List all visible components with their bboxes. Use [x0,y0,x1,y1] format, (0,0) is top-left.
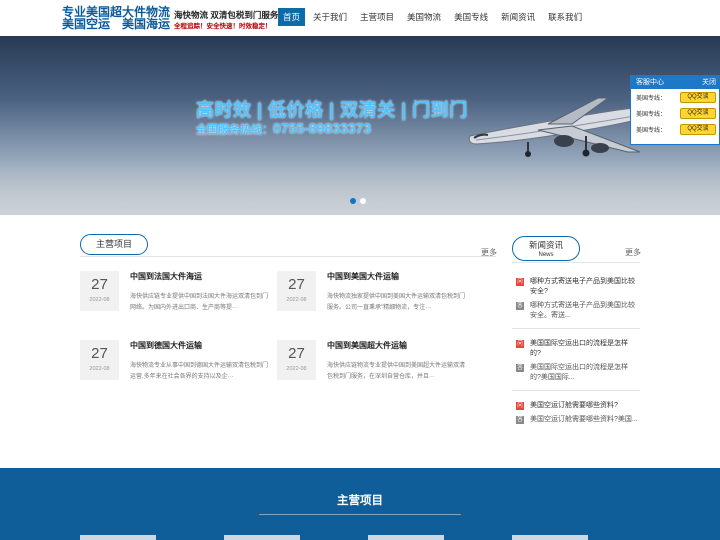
news-answer-text: 美国国际空运出口的流程是怎样的?美国国际... [530,364,628,381]
header-slogan: 海快物流 双清包税到门服务 全程追踪！安全快速！时效稳定！ [174,9,278,33]
date-day: 27 [288,345,305,362]
date-year-month: 2022-08 [286,297,307,303]
slogan-line-1: 海快物流 双清包税到门服务 [174,10,279,20]
date-badge: 27 2022-08 [277,271,316,311]
question-icon: 问 [516,278,524,286]
carousel-dot-2[interactable] [360,198,366,204]
logo-line-2: 美国空运 美国海运 [62,17,171,31]
news-title-text: 新闻资讯 [528,240,563,250]
cs-row: 美国专线： QQ交谈 [631,89,719,105]
project-card[interactable]: 27 2022-08 中国到美国超大件运输 海快供应链物流专业提供中国到美国超大… [277,340,467,400]
news-item[interactable]: 问 美国空运订舱需要哪些资料? 答 美国空运订舱需要哪些资料?美国... [516,401,638,429]
banner-hotline: 全国服务热线：0755-89833373 [196,120,371,137]
date-badge: 27 2022-08 [80,271,119,311]
cs-row: 美国专线： QQ交谈 [631,105,719,121]
main-nav: 首页 关于我们 主营项目 美国物流 美国专线 新闻资讯 联系我们 [278,8,590,26]
project-thumbnail[interactable] [224,535,300,540]
project-thumbnail[interactable] [512,535,588,540]
news-answer-text: 美国空运订舱需要哪些资料?美国... [530,416,638,423]
news-separator [512,390,640,391]
customer-service-panel: 客服中心 关闭 美国专线： QQ交谈 美国专线： QQ交谈 美国专线： QQ交谈 [630,75,720,145]
cs-close-button[interactable]: 关闭 [702,76,716,89]
project-card-desc: 海快供应链物流专业提供中国到美国超大件运输双清包税到门服务，在深圳自营仓库，并且… [327,363,466,380]
band-divider [259,514,461,515]
project-card[interactable]: 27 2022-08 中国到美国大件运输 海快物流独家提供中国到美国大件运输双清… [277,271,467,331]
project-card-desc: 海快物流独家提供中国到美国大件运输双清包税到门服务。公司一直秉承"精细物流，专注… [327,294,466,311]
project-card-desc: 海快物流专业从事中国到德国大件运输双清包税到门运营,多年来在社会各界的支持以及企… [130,363,269,380]
cs-row-label: 美国专线： [636,111,667,118]
cs-header: 客服中心 关闭 [631,76,719,89]
news-question[interactable]: 问 美国国际空运出口的流程是怎样的? [516,339,638,359]
answer-icon: 答 [516,364,524,372]
nav-item-home[interactable]: 首页 [278,8,306,26]
date-day: 27 [91,276,108,293]
project-thumbnail[interactable] [368,535,444,540]
nav-item-about[interactable]: 关于我们 [308,8,352,26]
date-badge: 27 2022-08 [80,340,119,380]
date-day: 27 [91,345,108,362]
qq-chat-button[interactable]: QQ交谈 [680,91,716,103]
nav-item-us-line[interactable]: 美国专线 [449,8,493,26]
news-answer: 答 美国空运订舱需要哪些资料?美国... [516,415,638,425]
project-card[interactable]: 27 2022-08 中国到德国大件运输 海快物流专业从事中国到德国大件运输双清… [80,340,270,400]
slogan-line-2: 全程追踪！安全快速！时效稳定！ [174,23,272,30]
project-card-title[interactable]: 中国到法国大件海运 [130,271,202,282]
date-day: 27 [288,276,305,293]
carousel-dot-1[interactable] [350,198,356,204]
projects-divider [80,256,496,257]
news-divider [512,262,640,263]
news-item[interactable]: 问 哪种方式寄送电子产品到美国比较安全? 答 哪种方式寄送电子产品到美国比较安全… [516,277,638,325]
project-thumbnail[interactable] [80,535,156,540]
qq-chat-button[interactable]: QQ交谈 [680,123,716,135]
news-answer: 答 哪种方式寄送电子产品到美国比较安全。寄送... [516,301,638,321]
answer-icon: 答 [516,302,524,310]
news-item[interactable]: 问 美国国际空运出口的流程是怎样的? 答 美国国际空运出口的流程是怎样的?美国国… [516,339,638,387]
band-title: 主营项目 [337,495,383,507]
hero-banner[interactable]: 高时效 | 低价格 | 双清关 | 门到门 全国服务热线：0755-898333… [0,36,720,215]
project-card-title[interactable]: 中国到德国大件运输 [130,340,202,351]
nav-item-us-logistics[interactable]: 美国物流 [402,8,446,26]
date-year-month: 2022-08 [286,366,307,372]
projects-band: 主营项目 [0,468,720,540]
carousel-dots [350,198,370,204]
date-badge: 27 2022-08 [277,340,316,380]
nav-item-contact[interactable]: 联系我们 [543,8,587,26]
news-question-text[interactable]: 哪种方式寄送电子产品到美国比较安全? [530,277,638,297]
news-answer: 答 美国国际空运出口的流程是怎样的?美国国际... [516,363,638,383]
question-icon: 问 [516,340,524,348]
project-card[interactable]: 27 2022-08 中国到法国大件海运 海快供应链专业提供中国到法国大件海运双… [80,271,270,331]
news-section-title: 新闻资讯 News [512,236,580,261]
news-more-link[interactable]: 更多 [625,247,641,258]
news-separator [512,328,640,329]
qq-chat-button[interactable]: QQ交谈 [680,107,716,119]
banner-headline: 高时效 | 低价格 | 双清关 | 门到门 [196,100,468,120]
project-card-desc: 海快供应链专业提供中国到法国大件海运双清包到门网络。为国内外进出口商、生产商等提… [130,294,269,311]
news-question[interactable]: 问 哪种方式寄送电子产品到美国比较安全? [516,277,638,297]
projects-more-link[interactable]: 更多 [481,247,497,258]
news-question[interactable]: 问 美国空运订舱需要哪些资料? [516,401,638,411]
cs-title: 客服中心 [636,79,664,86]
cs-row-label: 美国专线： [636,127,667,134]
site-logo[interactable]: 专业美国超大件物流 美国空运 美国海运 [62,6,170,30]
nav-item-news[interactable]: 新闻资讯 [496,8,540,26]
news-subtitle-text: News [538,252,554,258]
cs-row: 美国专线： QQ交谈 [631,121,719,137]
news-question-text[interactable]: 美国空运订舱需要哪些资料? [530,401,618,411]
date-year-month: 2022-08 [89,366,110,372]
hotline-number: 0755-89833373 [273,120,372,136]
cs-row-label: 美国专线： [636,95,667,102]
date-year-month: 2022-08 [89,297,110,303]
nav-item-projects[interactable]: 主营项目 [355,8,399,26]
hotline-label: 全国服务热线： [196,124,273,136]
question-icon: 问 [516,402,524,410]
news-answer-text: 哪种方式寄送电子产品到美国比较安全。寄送... [530,302,635,319]
project-card-title[interactable]: 中国到美国大件运输 [327,271,399,282]
answer-icon: 答 [516,416,524,424]
project-card-title[interactable]: 中国到美国超大件运输 [327,340,407,351]
news-question-text[interactable]: 美国国际空运出口的流程是怎样的? [530,339,638,359]
projects-section-title: 主营项目 [80,234,148,255]
site-header: 专业美国超大件物流 美国空运 美国海运 海快物流 双清包税到门服务 全程追踪！安… [0,0,720,36]
